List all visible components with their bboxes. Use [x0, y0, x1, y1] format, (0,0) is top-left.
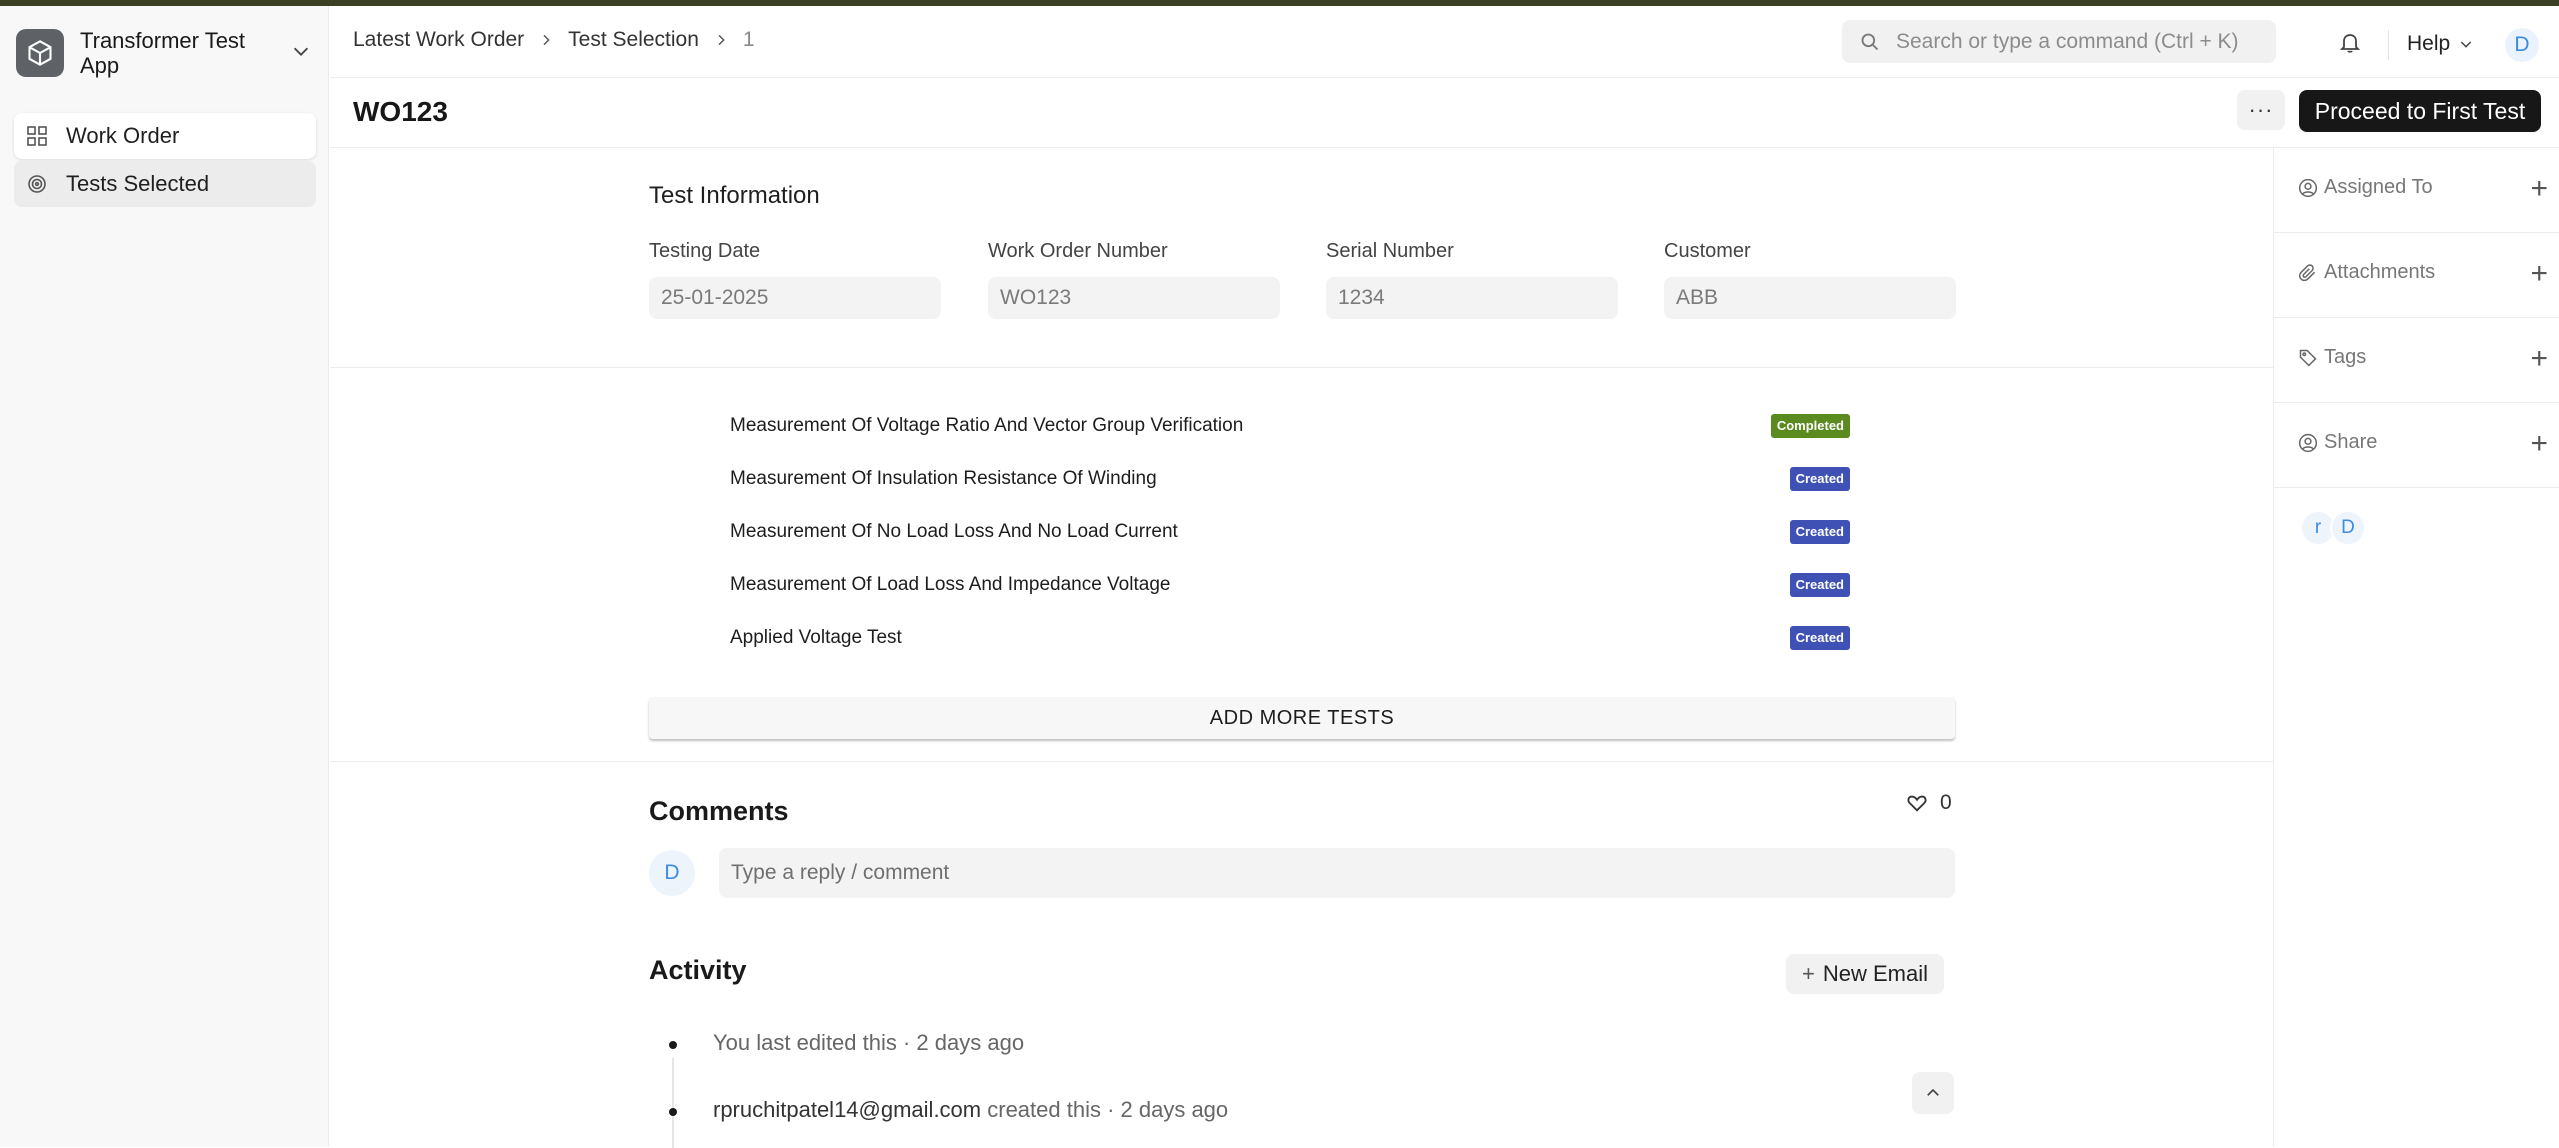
add-attachment-button[interactable]: +	[2530, 257, 2548, 291]
timeline-line	[672, 1058, 674, 1148]
paperclip-icon	[2298, 263, 2318, 283]
collapse-button[interactable]	[1912, 1072, 1954, 1114]
activity-entry: You last edited this · 2 days ago	[713, 1030, 1024, 1056]
activity-text: created this · 2 days ago	[981, 1097, 1229, 1122]
plus-icon: +	[1802, 961, 1815, 986]
new-email-button[interactable]: + New Email	[1786, 954, 1944, 994]
activity-text: You last edited this · 2 days ago	[713, 1030, 1025, 1055]
work-order-number-label: Work Order Number	[988, 240, 1168, 262]
tags-section: Tags +	[2274, 318, 2559, 403]
title-bar: WO123 ··· Proceed to First Test	[330, 78, 2559, 148]
status-badge: Created	[1789, 467, 1850, 491]
app-title: Transformer Test App	[80, 28, 246, 78]
test-row[interactable]: Measurement Of Load Loss And Impedance V…	[730, 565, 1850, 605]
avatar: D	[2330, 510, 2366, 546]
user-assign-icon	[2298, 178, 2318, 198]
test-row[interactable]: Measurement Of Insulation Resistance Of …	[730, 459, 1850, 499]
sidebar-item-work-order[interactable]: Work Order	[14, 113, 316, 159]
timeline-dot	[669, 1108, 677, 1116]
assigned-to-section: Assigned To +	[2274, 148, 2559, 233]
app-logo-icon	[16, 29, 64, 77]
help-menu[interactable]: Help	[2407, 32, 2474, 56]
customer-field[interactable]: ABB	[1664, 277, 1956, 319]
divider	[2388, 30, 2389, 60]
tags-label: Tags	[2324, 346, 2367, 368]
activity-entry: rpruchitpatel14@gmail.com created this ·…	[713, 1097, 1228, 1123]
breadcrumb: Latest Work Order Test Selection 1	[353, 28, 755, 52]
sidebar-item-tests-selected[interactable]: Tests Selected	[14, 161, 316, 207]
bell-icon[interactable]	[2338, 30, 2362, 59]
status-badge: Created	[1789, 573, 1850, 597]
breadcrumb-link-latest-work-order[interactable]: Latest Work Order	[353, 28, 524, 52]
comment-placeholder: Type a reply / comment	[731, 861, 950, 884]
sidebar-item-label: Tests Selected	[66, 171, 210, 196]
breadcrumb-current: 1	[742, 28, 755, 51]
add-share-button[interactable]: +	[2530, 427, 2548, 461]
test-row[interactable]: Measurement Of Voltage Ratio And Vector …	[730, 406, 1850, 446]
test-name[interactable]: Measurement Of Insulation Resistance Of …	[730, 468, 1157, 490]
status-badge: Created	[1789, 626, 1850, 650]
activity-actor[interactable]: rpruchitpatel14@gmail.com	[713, 1097, 981, 1122]
test-information-heading: Test Information	[649, 182, 820, 209]
page-title: WO123	[353, 96, 448, 127]
share-section: Share +	[2274, 403, 2559, 488]
chevron-down-icon[interactable]	[290, 40, 312, 67]
test-name[interactable]: Measurement Of No Load Loss And No Load …	[730, 521, 1178, 543]
customer-label: Customer	[1664, 240, 1751, 262]
sidebar: Transformer Test App Work Order Tests Se…	[0, 6, 329, 1147]
test-row[interactable]: Measurement Of No Load Loss And No Load …	[730, 512, 1850, 552]
timeline-dot	[669, 1041, 677, 1049]
like-count: 0	[1940, 791, 1952, 814]
target-icon	[26, 173, 48, 195]
chevron-up-icon	[1927, 1088, 1939, 1096]
testing-date-label: Testing Date	[649, 240, 761, 262]
main-content: Test Information Testing Date 25-01-2025…	[330, 148, 2273, 1148]
attachments-label: Attachments	[2324, 261, 2436, 283]
activity-heading: Activity	[649, 955, 747, 985]
test-name[interactable]: Applied Voltage Test	[730, 627, 902, 649]
status-badge: Completed	[1770, 414, 1850, 438]
sidebar-item-label: Work Order	[66, 123, 180, 148]
share-user-icon	[2298, 433, 2318, 453]
breadcrumb-link-test-selection[interactable]: Test Selection	[568, 28, 699, 52]
add-more-tests-button[interactable]: ADD MORE TESTS	[649, 697, 1955, 739]
status-badge: Created	[1789, 520, 1850, 544]
avatar: D	[649, 850, 695, 896]
work-order-number-field[interactable]: WO123	[988, 277, 1280, 319]
chevron-down-icon	[2458, 36, 2474, 52]
test-name[interactable]: Measurement Of Load Loss And Impedance V…	[730, 574, 1170, 596]
chevron-right-icon	[538, 32, 554, 48]
serial-number-field[interactable]: 1234	[1326, 277, 1618, 319]
more-actions-button[interactable]: ···	[2237, 90, 2285, 130]
top-bar: Latest Work Order Test Selection 1 Searc…	[330, 6, 2559, 78]
test-name[interactable]: Measurement Of Voltage Ratio And Vector …	[730, 415, 1243, 437]
heart-icon	[1906, 792, 1928, 814]
like-button[interactable]: 0	[1906, 791, 1952, 815]
search-placeholder: Search or type a command (Ctrl + K)	[1896, 29, 2239, 53]
add-assignee-button[interactable]: +	[2530, 172, 2548, 206]
add-tag-button[interactable]: +	[2530, 342, 2548, 376]
testing-date-field[interactable]: 25-01-2025	[649, 277, 941, 319]
user-avatar[interactable]: D	[2505, 28, 2539, 62]
shared-users[interactable]: r D	[2300, 510, 2366, 546]
test-row[interactable]: Applied Voltage Test Created	[730, 618, 1850, 658]
comments-heading: Comments	[649, 796, 789, 826]
assigned-to-label: Assigned To	[2324, 176, 2433, 198]
search-input[interactable]: Search or type a command (Ctrl + K)	[1842, 20, 2276, 63]
share-label: Share	[2324, 431, 2378, 453]
tag-icon	[2298, 348, 2318, 368]
chevron-right-icon	[713, 32, 729, 48]
comment-input[interactable]: Type a reply / comment	[719, 848, 1955, 898]
grid-icon	[26, 125, 48, 147]
new-email-label: New Email	[1822, 961, 1928, 986]
divider	[330, 761, 2273, 762]
right-sidebar: Assigned To + Attachments + Tags + Share…	[2273, 148, 2559, 1147]
help-label: Help	[2407, 32, 2451, 55]
attachments-section: Attachments +	[2274, 233, 2559, 318]
app-switcher[interactable]: Transformer Test App	[16, 24, 312, 82]
divider	[330, 367, 2273, 368]
serial-number-label: Serial Number	[1326, 240, 1454, 262]
search-icon	[1860, 32, 1880, 52]
proceed-to-first-test-button[interactable]: Proceed to First Test	[2299, 90, 2541, 132]
